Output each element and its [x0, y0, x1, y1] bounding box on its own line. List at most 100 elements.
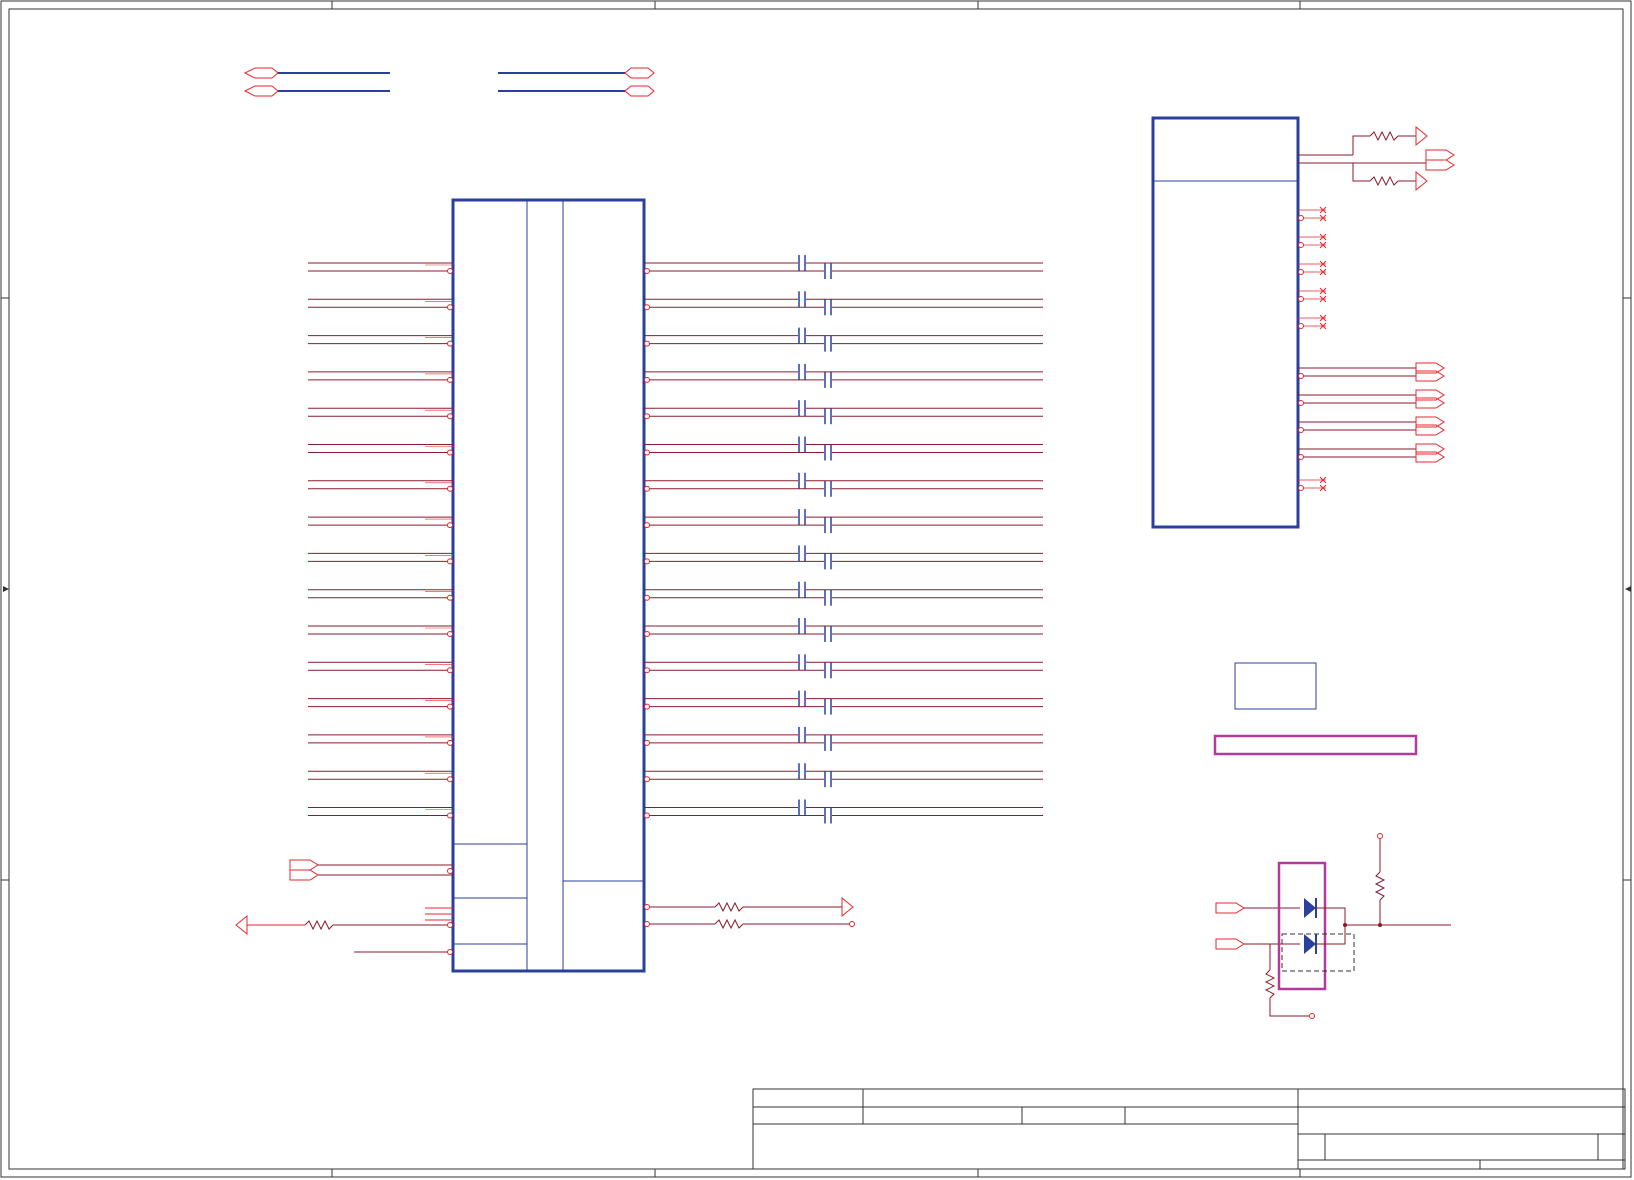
pin-dot	[1298, 427, 1304, 433]
zigzag-resistor-icon	[714, 918, 744, 930]
parallel-plate-capacitor-icon	[798, 618, 806, 634]
parallel-plate-capacitor-icon	[798, 726, 806, 743]
parallel-plate-capacitor-icon	[824, 553, 832, 570]
pin-dot	[644, 739, 650, 746]
right-pair	[644, 436, 1043, 461]
pin-dot	[644, 340, 650, 347]
parallel-plate-capacitor-icon	[824, 698, 832, 715]
pin-dot	[447, 304, 453, 311]
left-pair	[308, 589, 453, 601]
lower-right-connections[interactable]	[644, 896, 855, 930]
right-pair	[644, 726, 1043, 751]
parallel-plate-capacitor-icon	[824, 517, 832, 534]
right-pair	[644, 763, 1043, 788]
right-ic-output-ports[interactable]	[1298, 362, 1445, 463]
parallel-plate-capacitor-icon	[798, 581, 806, 598]
right-pair	[644, 291, 1043, 316]
pin-dot	[1298, 242, 1304, 248]
right-ic-top-connections[interactable]	[1298, 125, 1455, 192]
dual-diode-circuit[interactable]	[1215, 833, 1451, 1019]
pin-dot	[644, 449, 650, 456]
triangle-arrow-icon	[235, 914, 248, 936]
left-pair	[308, 335, 453, 347]
parallel-plate-capacitor-icon	[824, 734, 832, 751]
left-pair	[308, 298, 453, 311]
pin-dot	[644, 304, 650, 311]
pin-dot	[447, 522, 453, 529]
right-ic-nc-pins	[1298, 206, 1327, 492]
right-pair	[644, 799, 1043, 824]
left-pair	[308, 407, 453, 420]
diode-icon	[1304, 898, 1317, 918]
left-pair	[308, 698, 453, 710]
highlight-bar	[1213, 734, 1418, 756]
pin-dot	[644, 631, 650, 637]
diamond-arrow-icon	[289, 869, 319, 881]
parallel-plate-capacitor-icon	[798, 545, 806, 562]
triangle-arrow-icon	[1415, 125, 1428, 147]
zigzag-resistor-icon	[714, 901, 744, 913]
parallel-plate-capacitor-icon	[824, 444, 832, 461]
left-pair	[308, 770, 453, 783]
pin-dot	[644, 522, 650, 529]
right-pair	[644, 690, 1043, 715]
lower-left-connections[interactable]	[235, 859, 453, 955]
annotation-box	[1234, 662, 1317, 710]
parallel-plate-capacitor-icon	[824, 335, 832, 352]
pin-dot	[447, 485, 453, 492]
parallel-plate-capacitor-icon	[798, 436, 806, 453]
pin-dot	[1298, 373, 1304, 379]
diamond-arrow-icon	[289, 859, 319, 871]
zigzag-resistor-icon	[1374, 871, 1386, 901]
pin-dot	[644, 812, 650, 819]
left-pair	[308, 516, 453, 529]
triangle-arrow-icon	[1415, 170, 1428, 192]
parallel-plate-capacitor-icon	[798, 690, 806, 707]
pin-dot	[447, 812, 453, 819]
pin-dot	[644, 776, 650, 783]
output-port-pair	[1298, 416, 1445, 436]
pin-dot	[1298, 296, 1304, 302]
pin-dot	[644, 703, 650, 710]
left-pair	[308, 262, 453, 274]
pin-dot	[1298, 269, 1304, 275]
nc-pin	[1298, 314, 1327, 330]
nc-pin	[1298, 260, 1327, 276]
zigzag-resistor-icon	[1369, 130, 1399, 142]
zigzag-resistor-icon	[1264, 969, 1276, 999]
parallel-plate-capacitor-icon	[798, 799, 806, 816]
parallel-plate-capacitor-icon	[824, 299, 832, 316]
diamond-arrow-icon	[1215, 938, 1245, 950]
top-left-offpage-pair[interactable]	[243, 67, 390, 97]
parallel-plate-capacitor-icon	[798, 327, 806, 344]
pin-dot	[644, 558, 650, 565]
right-pair	[644, 472, 1043, 497]
pin-dot	[447, 376, 453, 383]
left-pair	[308, 734, 453, 746]
top-right-offpage-pair[interactable]	[498, 67, 655, 97]
diode-package-outline	[1277, 861, 1327, 991]
pin-dot	[1298, 485, 1304, 491]
pin-dot	[1298, 400, 1304, 406]
diamond-arrow-icon	[1215, 902, 1245, 914]
parallel-plate-capacitor-icon	[824, 807, 832, 824]
parallel-plate-capacitor-icon	[824, 662, 832, 679]
diamond-arrow-icon	[243, 85, 279, 97]
right-ic[interactable]	[1151, 116, 1300, 529]
right-pair	[644, 618, 1043, 642]
pin-dot	[644, 268, 650, 274]
parallel-plate-capacitor-icon	[798, 654, 806, 671]
right-pair	[644, 545, 1043, 570]
pin-dot	[644, 594, 650, 601]
left-pair	[308, 444, 453, 456]
main-ic[interactable]	[451, 198, 646, 973]
pin-dot	[1298, 323, 1304, 329]
parallel-plate-capacitor-icon	[824, 480, 832, 497]
right-pair	[644, 509, 1043, 534]
parallel-plate-capacitor-icon	[824, 771, 832, 788]
parallel-plate-capacitor-icon	[798, 509, 806, 526]
parallel-plate-capacitor-icon	[798, 400, 806, 417]
diamond-arrow-icon	[1425, 149, 1455, 161]
left-signal-pairs	[308, 262, 453, 819]
right-pair	[644, 400, 1043, 425]
